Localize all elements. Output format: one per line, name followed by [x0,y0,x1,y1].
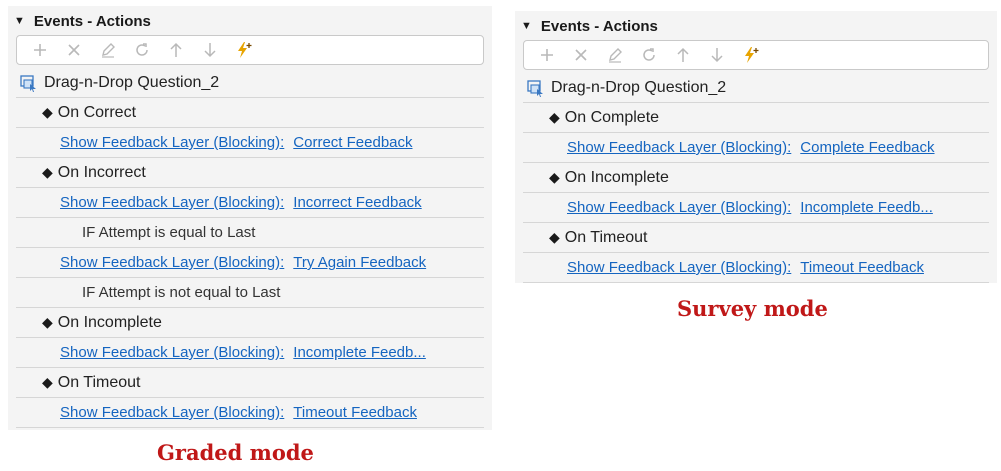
event-label: On Complete [564,108,660,126]
events-toolbar [16,35,484,65]
move-up-icon[interactable] [666,42,700,68]
panel-title: Events - Actions [540,17,658,35]
condition-label: IF Attempt is not equal to Last [82,284,281,301]
event-diamond-icon: ◆ [549,109,560,125]
action-link[interactable]: Show Feedback Layer (Blocking): [567,259,791,276]
event-label: On Timeout [564,228,648,246]
action-target-link[interactable]: Correct Feedback [293,134,412,151]
condition-row[interactable]: IF Attempt is not equal to Last [16,278,484,308]
event-label: On Incorrect [57,163,146,181]
action-row[interactable]: Show Feedback Layer (Blocking): Complete … [523,133,989,163]
action-link[interactable]: Show Feedback Layer (Blocking): [567,139,791,156]
panel-header[interactable]: ▼ Events - Actions [8,6,492,36]
action-link[interactable]: Show Feedback Layer (Blocking): [60,344,284,361]
drag-drop-question-icon [527,79,543,97]
object-row[interactable]: Drag-n-Drop Question_2 [523,73,989,103]
action-wrap: Show Feedback Layer (Blocking): Incomplet… [567,199,933,216]
action-row[interactable]: Show Feedback Layer (Blocking): Try Again… [16,248,484,278]
delete-icon[interactable] [564,42,598,68]
object-name: Drag-n-Drop Question_2 [44,73,220,91]
events-actions-panel-survey: ▼ Events - Actions Drag-n-Drop Question_… [515,11,997,283]
panel-title: Events - Actions [33,12,151,30]
event-diamond-icon: ◆ [549,229,560,245]
action-target-link[interactable]: Timeout Feedback [800,259,924,276]
action-target-link[interactable]: Complete Feedback [800,139,934,156]
events-toolbar [523,40,989,70]
event-diamond-icon: ◆ [549,169,560,185]
condition-row[interactable]: IF Attempt is equal to Last [16,218,484,248]
event-label: On Timeout [57,373,141,391]
event-label: On Correct [57,103,137,121]
event-diamond-icon: ◆ [42,164,53,180]
action-target-link[interactable]: Try Again Feedback [293,254,426,271]
object-name: Drag-n-Drop Question_2 [551,78,727,96]
event-diamond-icon: ◆ [42,104,53,120]
events-actions-panel-graded: ▼ Events - Actions Drag-n-Drop Question_… [8,6,492,430]
action-wrap: Show Feedback Layer (Blocking): Correct F… [60,134,413,151]
event-row[interactable]: ◆ On Complete [523,103,989,133]
refresh-icon[interactable] [632,42,666,68]
delete-icon[interactable] [57,37,91,63]
action-link[interactable]: Show Feedback Layer (Blocking): [567,199,791,216]
action-row[interactable]: Show Feedback Layer (Blocking): Timeout F… [16,398,484,428]
action-link[interactable]: Show Feedback Layer (Blocking): [60,134,284,151]
caption-survey-mode: Survey mode [677,296,828,321]
event-row[interactable]: ◆ On Correct [16,98,484,128]
edit-icon[interactable] [91,37,125,63]
object-row[interactable]: Drag-n-Drop Question_2 [16,68,484,98]
action-wrap: Show Feedback Layer (Blocking): Incorrect… [60,194,422,211]
action-link[interactable]: Show Feedback Layer (Blocking): [60,194,284,211]
event-row[interactable]: ◆ On Incomplete [16,308,484,338]
action-row[interactable]: Show Feedback Layer (Blocking): Incomplet… [523,193,989,223]
action-link[interactable]: Show Feedback Layer (Blocking): [60,404,284,421]
move-down-icon[interactable] [193,37,227,63]
event-row[interactable]: ◆ On Timeout [16,368,484,398]
action-row[interactable]: Show Feedback Layer (Blocking): Correct F… [16,128,484,158]
add-event-icon[interactable] [227,37,261,63]
collapse-triangle-icon[interactable]: ▼ [521,20,532,32]
event-diamond-icon: ◆ [42,314,53,330]
collapse-triangle-icon[interactable]: ▼ [14,15,25,27]
action-target-link[interactable]: Timeout Feedback [293,404,417,421]
action-wrap: Show Feedback Layer (Blocking): Complete … [567,139,935,156]
caption-graded-mode: Graded mode [157,440,314,465]
action-target-link[interactable]: Incomplete Feedb... [293,344,426,361]
action-wrap: Show Feedback Layer (Blocking): Try Again… [60,254,426,271]
action-target-link[interactable]: Incomplete Feedb... [800,199,933,216]
add-icon[interactable] [23,37,57,63]
event-row[interactable]: ◆ On Timeout [523,223,989,253]
event-diamond-icon: ◆ [42,374,53,390]
add-event-icon[interactable] [734,42,768,68]
move-up-icon[interactable] [159,37,193,63]
add-icon[interactable] [530,42,564,68]
event-row[interactable]: ◆ On Incorrect [16,158,484,188]
action-target-link[interactable]: Incorrect Feedback [293,194,421,211]
panel-header[interactable]: ▼ Events - Actions [515,11,997,41]
action-row[interactable]: Show Feedback Layer (Blocking): Timeout F… [523,253,989,283]
refresh-icon[interactable] [125,37,159,63]
event-label: On Incomplete [564,168,669,186]
edit-icon[interactable] [598,42,632,68]
action-wrap: Show Feedback Layer (Blocking): Timeout F… [567,259,924,276]
action-row[interactable]: Show Feedback Layer (Blocking): Incomplet… [16,338,484,368]
move-down-icon[interactable] [700,42,734,68]
condition-label: IF Attempt is equal to Last [82,224,256,241]
event-row[interactable]: ◆ On Incomplete [523,163,989,193]
action-wrap: Show Feedback Layer (Blocking): Timeout F… [60,404,417,421]
action-row[interactable]: Show Feedback Layer (Blocking): Incorrect… [16,188,484,218]
action-link[interactable]: Show Feedback Layer (Blocking): [60,254,284,271]
action-wrap: Show Feedback Layer (Blocking): Incomplet… [60,344,426,361]
event-label: On Incomplete [57,313,162,331]
drag-drop-question-icon [20,74,36,92]
